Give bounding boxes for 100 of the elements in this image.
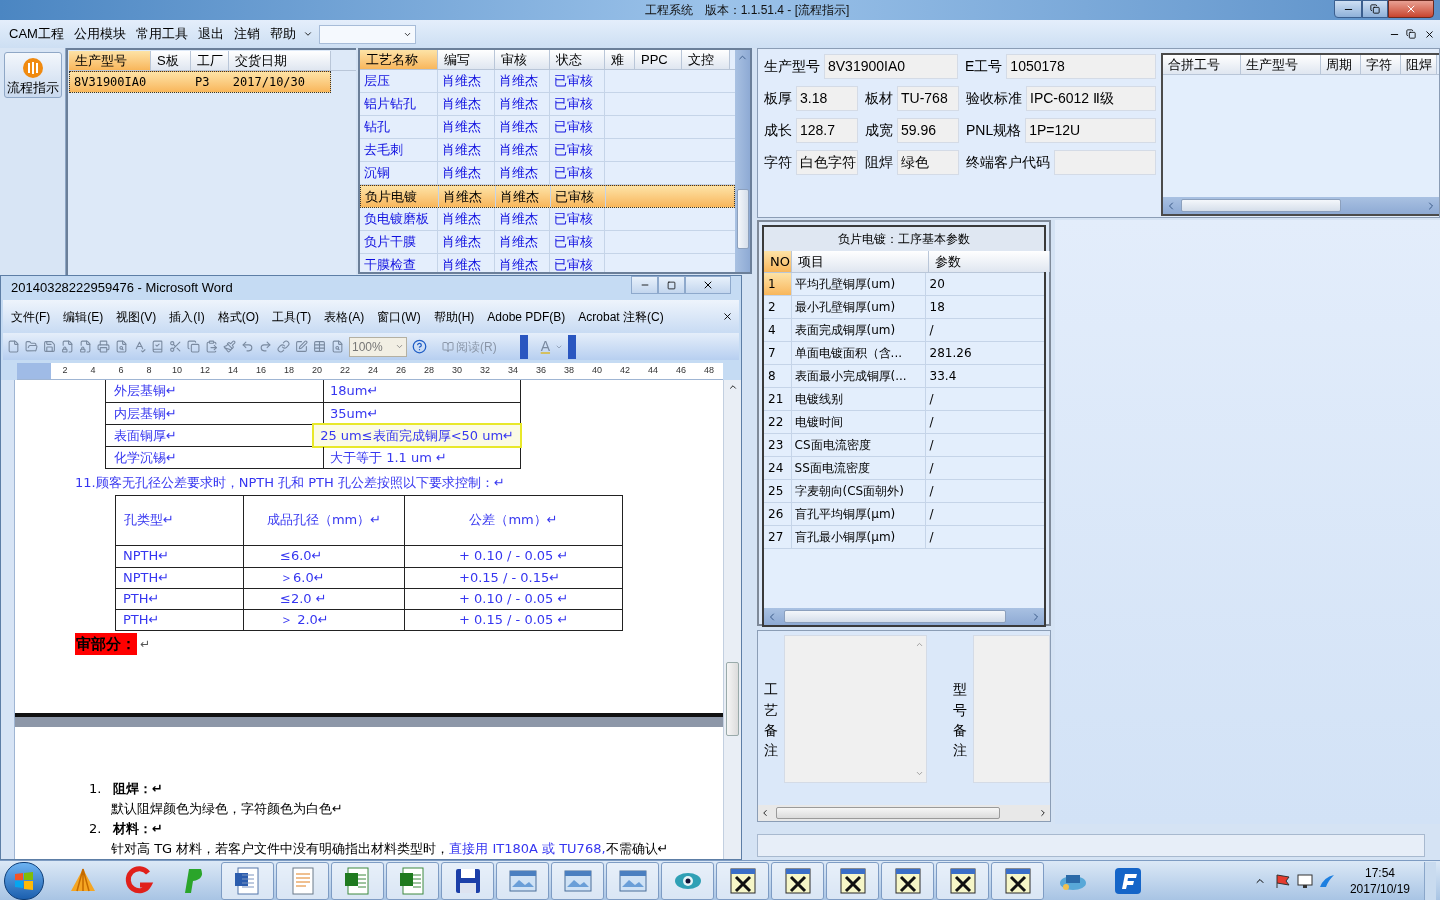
scroll-thumb[interactable] [736,189,749,249]
toolbar-handle[interactable] [519,334,528,359]
taskbar-button[interactable] [771,861,824,900]
menu-item[interactable]: 格式(O) [217,307,259,326]
toolbar-handle[interactable] [568,334,576,359]
taskbar-button[interactable] [881,861,934,900]
taskbar-button[interactable] [221,861,274,900]
format-painter-icon[interactable] [223,340,236,353]
combo-box[interactable] [318,24,416,44]
column-header[interactable]: 参数 [929,251,1050,272]
research-icon[interactable] [151,340,164,353]
scroll-thumb[interactable] [726,662,739,736]
column-header[interactable]: NO [764,251,792,272]
show-desktop-button[interactable] [1424,861,1436,900]
vertical-scrollbar[interactable] [735,50,750,272]
menu-item[interactable]: 插入(I) [169,307,205,326]
close-icon[interactable] [1424,28,1435,40]
menu-item[interactable]: 公用模块 [68,24,131,44]
column-header[interactable]: 周期 [1321,55,1361,74]
redo-icon[interactable] [259,340,272,353]
restore-button[interactable] [658,276,685,294]
parameter-row[interactable]: 21 电镀线别 / [764,388,1044,411]
parameter-row[interactable]: 26 盲孔平均铜厚(μm) / [764,503,1044,526]
taskbar-button[interactable] [826,861,879,900]
menu-item[interactable]: Adobe PDF(B) [487,307,566,326]
column-header[interactable]: 生产型号 [1241,55,1321,74]
parameter-row[interactable]: 2 最小孔壁铜厚(um) 18 [764,296,1044,319]
column-header[interactable]: 交货日期 [229,51,331,70]
drawing-icon[interactable] [295,340,308,353]
minimize-button[interactable] [1334,0,1362,18]
paste-icon[interactable] [205,340,218,353]
help-icon[interactable] [412,339,427,354]
close-icon[interactable] [722,311,733,322]
text-field[interactable]: TU-768 [897,85,959,111]
menu-item[interactable]: CAM工程 [4,24,69,44]
horizontal-scrollbar[interactable] [1163,197,1439,214]
start-button[interactable] [4,861,44,900]
column-header[interactable]: 合拼工号 [1163,55,1241,74]
horizontal-scrollbar[interactable] [758,805,1050,821]
parameter-row[interactable]: 23 CS面电流密度 / [764,434,1044,457]
column-header[interactable]: PPC [635,50,682,69]
process-row[interactable]: 钻孔 肖维杰 肖维杰 已审核 [360,116,735,139]
close-button[interactable] [685,276,731,294]
print-preview-icon[interactable] [115,340,128,353]
monitor-icon[interactable] [1295,872,1314,889]
taskbar-button[interactable] [936,861,989,900]
document-map-icon[interactable] [331,340,344,353]
restore-icon[interactable] [1406,29,1416,39]
process-row[interactable]: 去毛刺 肖维杰 肖维杰 已审核 [360,139,735,162]
open-folder-icon[interactable] [25,340,38,353]
cut-icon[interactable] [169,340,182,353]
zoom-field[interactable]: 100% [349,336,407,357]
menu-item[interactable]: 帮助 [264,24,301,44]
parameter-row[interactable]: 7 单面电镀面积（含... 281.26 [764,342,1044,365]
text-field[interactable]: IPC-6012 Ⅱ级 [1026,85,1156,111]
print-icon[interactable] [97,340,110,353]
text-field[interactable]: 1P=12U [1025,117,1156,143]
column-header[interactable]: 工厂 [191,51,229,70]
scroll-thumb[interactable] [784,610,1006,623]
column-header[interactable]: 文控 [682,50,730,69]
parameter-row[interactable]: 25 字麦朝向(CS面朝外) / [764,480,1044,503]
flag-icon[interactable] [1273,872,1292,889]
menu-item[interactable]: 帮助(H) [433,307,475,326]
menu-item[interactable]: Acrobat 注释(C) [578,307,664,326]
menu-item[interactable]: 文件(F) [11,307,51,326]
scroll-thumb[interactable] [1181,199,1341,212]
new-document-icon[interactable] [7,340,20,353]
process-row[interactable]: 层压 肖维杰 肖维杰 已审核 [360,70,735,93]
scroll-up-icon[interactable] [727,382,738,392]
menu-item[interactable]: 视图(V) [116,307,157,326]
taskbar-button[interactable] [716,861,769,900]
process-row[interactable]: 负电镀磨板 肖维杰 肖维杰 已审核 [360,208,735,231]
scroll-left-icon[interactable] [760,808,770,818]
text-field[interactable]: 128.7 [796,117,858,143]
close-button[interactable] [1388,0,1434,18]
clock[interactable]: 17:54 2017/10/19 [1349,864,1410,897]
copy-icon[interactable] [187,340,200,353]
text-field[interactable]: 1050178 [1006,53,1156,79]
table-icon[interactable] [313,340,326,353]
permission-icon[interactable] [79,340,92,353]
menu-item[interactable]: 退出 [192,24,229,44]
menu-item[interactable]: 工具(T) [272,307,312,326]
save-icon[interactable] [43,340,56,353]
text-field[interactable]: 白色字符 [796,149,858,175]
column-header[interactable]: 项目 [792,251,929,272]
scroll-right-icon[interactable] [1038,808,1048,818]
column-header[interactable]: 状态 [550,50,605,69]
spell-check-icon[interactable] [133,340,146,353]
parameter-row[interactable]: 27 盲孔最小铜厚(μm) / [764,526,1044,549]
taskbar-button[interactable] [441,861,494,900]
order-row[interactable]: 8V31900IA0 P3 2017/10/30 [69,71,331,93]
permission-icon[interactable] [61,340,74,353]
parameter-row[interactable]: 24 SS面电流密度 / [764,457,1044,480]
process-row[interactable]: 负片电镀 肖维杰 肖维杰 已审核 [360,185,735,208]
horizontal-scrollbar[interactable] [764,608,1044,625]
text-field[interactable] [1054,149,1156,175]
caret-icon[interactable] [302,29,313,39]
undo-icon[interactable] [241,340,254,353]
restore-button[interactable] [1362,0,1388,18]
text-field[interactable]: 绿色 [897,149,959,175]
